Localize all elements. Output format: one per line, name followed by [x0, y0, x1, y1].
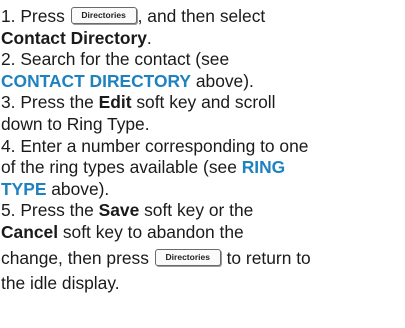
step-5-line-2: Cancel soft key to abandon the — [1, 222, 403, 244]
directories-key-icon-2: Directories — [154, 248, 221, 266]
instruction-steps: 1. Press Directories, and then select Co… — [1, 6, 403, 294]
step-4-line-1: 4. Enter a number corresponding to one — [1, 136, 403, 158]
edit-softkey-label: Edit — [98, 92, 132, 113]
step-5-suffix-1: soft key or the — [139, 200, 254, 221]
step-4-end: above). — [46, 178, 110, 199]
step-1-line-2: Contact Directory. — [1, 28, 403, 50]
contact-directory-label: Contact Directory — [1, 27, 147, 48]
step-5-prefix: 5. Press the — [1, 200, 99, 221]
step-1-end: . — [146, 27, 152, 48]
step-2-text: 2. Search for the contact (see — [1, 49, 230, 70]
step-5-suffix-2: soft key to abandon the — [58, 221, 244, 242]
step-3-prefix: 3. Press the — [1, 92, 99, 113]
step-2-end: above). — [191, 70, 254, 91]
step-2-line-1: 2. Search for the contact (see — [1, 49, 403, 71]
step-3-line-2: down to Ring Type. — [1, 114, 403, 136]
step-4-line-2-prefix: of the ring types available (see — [1, 157, 242, 178]
step-1-suffix: , and then select — [137, 6, 266, 26]
step-4-line-3: TYPE above). — [1, 179, 403, 201]
step-5-line-3: change, then press Directories to return… — [1, 244, 403, 273]
step-3-line-1: 3. Press the Edit soft key and scroll — [1, 92, 403, 114]
step-4-line-2: of the ring types available (see RING — [1, 157, 403, 179]
step-5-line-4-text: the idle display. — [1, 272, 120, 293]
directories-key-icon: Directories — [70, 7, 137, 25]
step-1-prefix: 1. Press — [1, 6, 70, 26]
step-3-suffix: soft key and scroll — [131, 92, 276, 113]
step-4-text: 4. Enter a number corresponding to one — [1, 135, 309, 156]
step-1-line-1: 1. Press Directories, and then select — [1, 6, 403, 28]
save-softkey-label: Save — [98, 200, 140, 221]
ring-type-link-part-2[interactable]: TYPE — [1, 179, 46, 199]
ring-type-link-part-1[interactable]: RING — [242, 157, 285, 177]
step-5-line-3-suffix: to return to — [221, 247, 311, 268]
step-5-line-4: the idle display. — [1, 273, 403, 295]
step-3-line-2-text: down to Ring Type. — [1, 113, 150, 134]
contact-directory-link[interactable]: CONTACT DIRECTORY — [1, 71, 191, 91]
step-2-line-2: CONTACT DIRECTORY above). — [1, 71, 403, 93]
cancel-softkey-label: Cancel — [1, 221, 59, 242]
step-5-line-3-prefix: change, then press — [1, 247, 154, 268]
step-5-line-1: 5. Press the Save soft key or the — [1, 200, 403, 222]
